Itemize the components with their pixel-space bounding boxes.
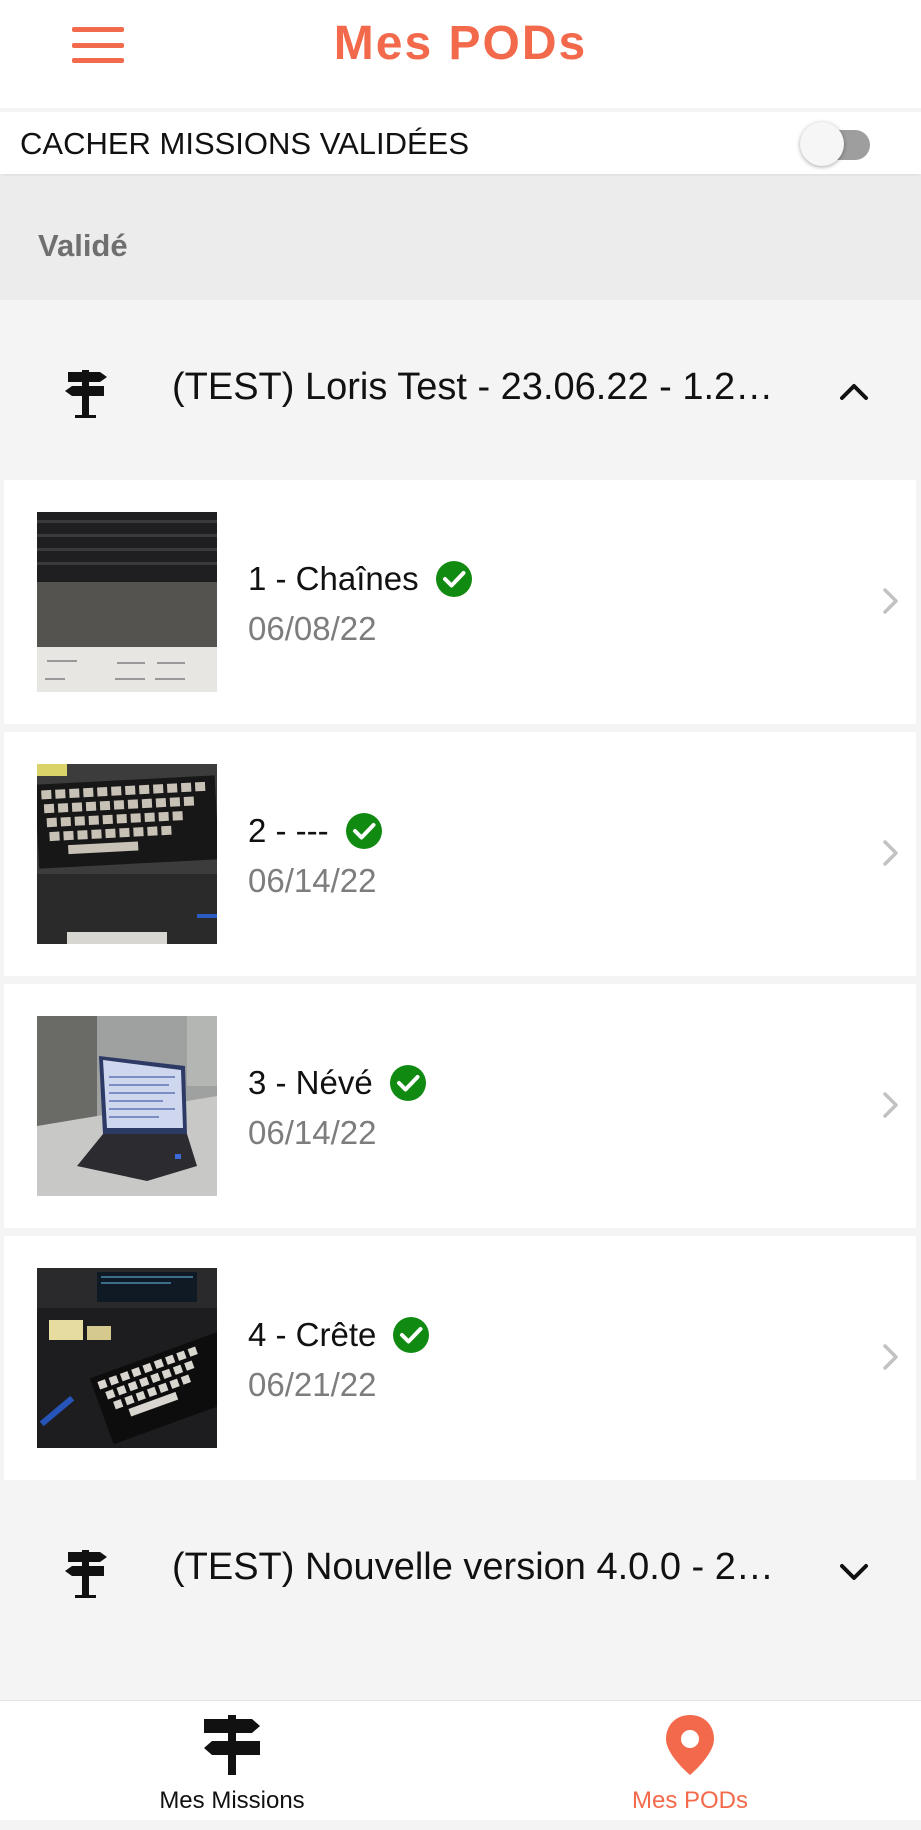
- pod-list-item[interactable]: 2 - --- 06/14/22: [4, 732, 916, 976]
- pod-name: 1 - Chaînes: [248, 560, 473, 598]
- hide-validated-toggle[interactable]: [800, 120, 876, 166]
- pod-name-text: 2 - ---: [248, 812, 329, 849]
- pod-name: 4 - Crête: [248, 1316, 430, 1354]
- app-header: Mes PODs: [0, 0, 921, 108]
- page-title: Mes PODs: [333, 17, 588, 70]
- section-header-validated: Validé: [0, 176, 921, 300]
- pod-name-text: 3 - Névé: [248, 1064, 373, 1101]
- pod-thumbnail: [37, 764, 217, 944]
- signpost-icon: [65, 370, 107, 418]
- chevron-right-icon: [883, 1344, 898, 1370]
- chevron-right-icon: [883, 840, 898, 866]
- chevron-down-icon[interactable]: [834, 1552, 874, 1592]
- nav-tab-mes-missions[interactable]: Mes Missions: [82, 1701, 382, 1821]
- mission-group-title: (TEST) Nouvelle version 4.0.0 - 24....: [172, 1546, 780, 1588]
- pod-date: 06/08/22: [248, 610, 377, 647]
- mission-group-header[interactable]: (TEST) Nouvelle version 4.0.0 - 24....: [0, 1482, 921, 1660]
- map-pin-icon: [666, 1715, 714, 1775]
- section-title: Validé: [38, 228, 128, 263]
- pod-thumbnail: [37, 1016, 217, 1196]
- pod-name-text: 4 - Crête: [248, 1316, 377, 1353]
- validated-check-icon: [435, 561, 472, 597]
- pod-name: 3 - Névé: [248, 1064, 427, 1102]
- validated-check-icon: [389, 1065, 426, 1101]
- nav-tab-mes-pods[interactable]: Mes PODs: [540, 1701, 840, 1821]
- hide-validated-label: CACHER MISSIONS VALIDÉES: [20, 126, 470, 161]
- nav-label: Mes PODs: [631, 1787, 748, 1814]
- mission-group-header[interactable]: (TEST) Loris Test - 23.06.22 - 1.27...: [0, 302, 921, 480]
- validated-check-icon: [393, 1317, 430, 1353]
- signpost-icon: [65, 1550, 107, 1598]
- chevron-up-icon[interactable]: [834, 372, 874, 412]
- pod-list-item[interactable]: 4 - Crête 06/21/22: [4, 1236, 916, 1480]
- pod-name: 2 - ---: [248, 812, 383, 850]
- signpost-icon: [204, 1715, 260, 1775]
- bottom-navigation: Mes Missions Mes PODs: [0, 1700, 921, 1820]
- pod-list-item[interactable]: 1 - Chaînes 06/08/22: [4, 480, 916, 724]
- validated-check-icon: [345, 813, 382, 849]
- pod-thumbnail: [37, 512, 217, 692]
- pod-date: 06/21/22: [248, 1366, 377, 1403]
- pod-list-item[interactable]: 3 - Névé 06/14/22: [4, 984, 916, 1228]
- nav-label: Mes Missions: [159, 1787, 305, 1814]
- chevron-right-icon: [883, 1092, 898, 1118]
- mission-group-title: (TEST) Loris Test - 23.06.22 - 1.27...: [172, 366, 780, 408]
- chevron-right-icon: [883, 588, 898, 614]
- pod-date: 06/14/22: [248, 862, 377, 899]
- pod-name-text: 1 - Chaînes: [248, 560, 419, 597]
- hide-validated-bar: CACHER MISSIONS VALIDÉES: [0, 112, 921, 174]
- pod-date: 06/14/22: [248, 1114, 377, 1151]
- pod-thumbnail: [37, 1268, 217, 1448]
